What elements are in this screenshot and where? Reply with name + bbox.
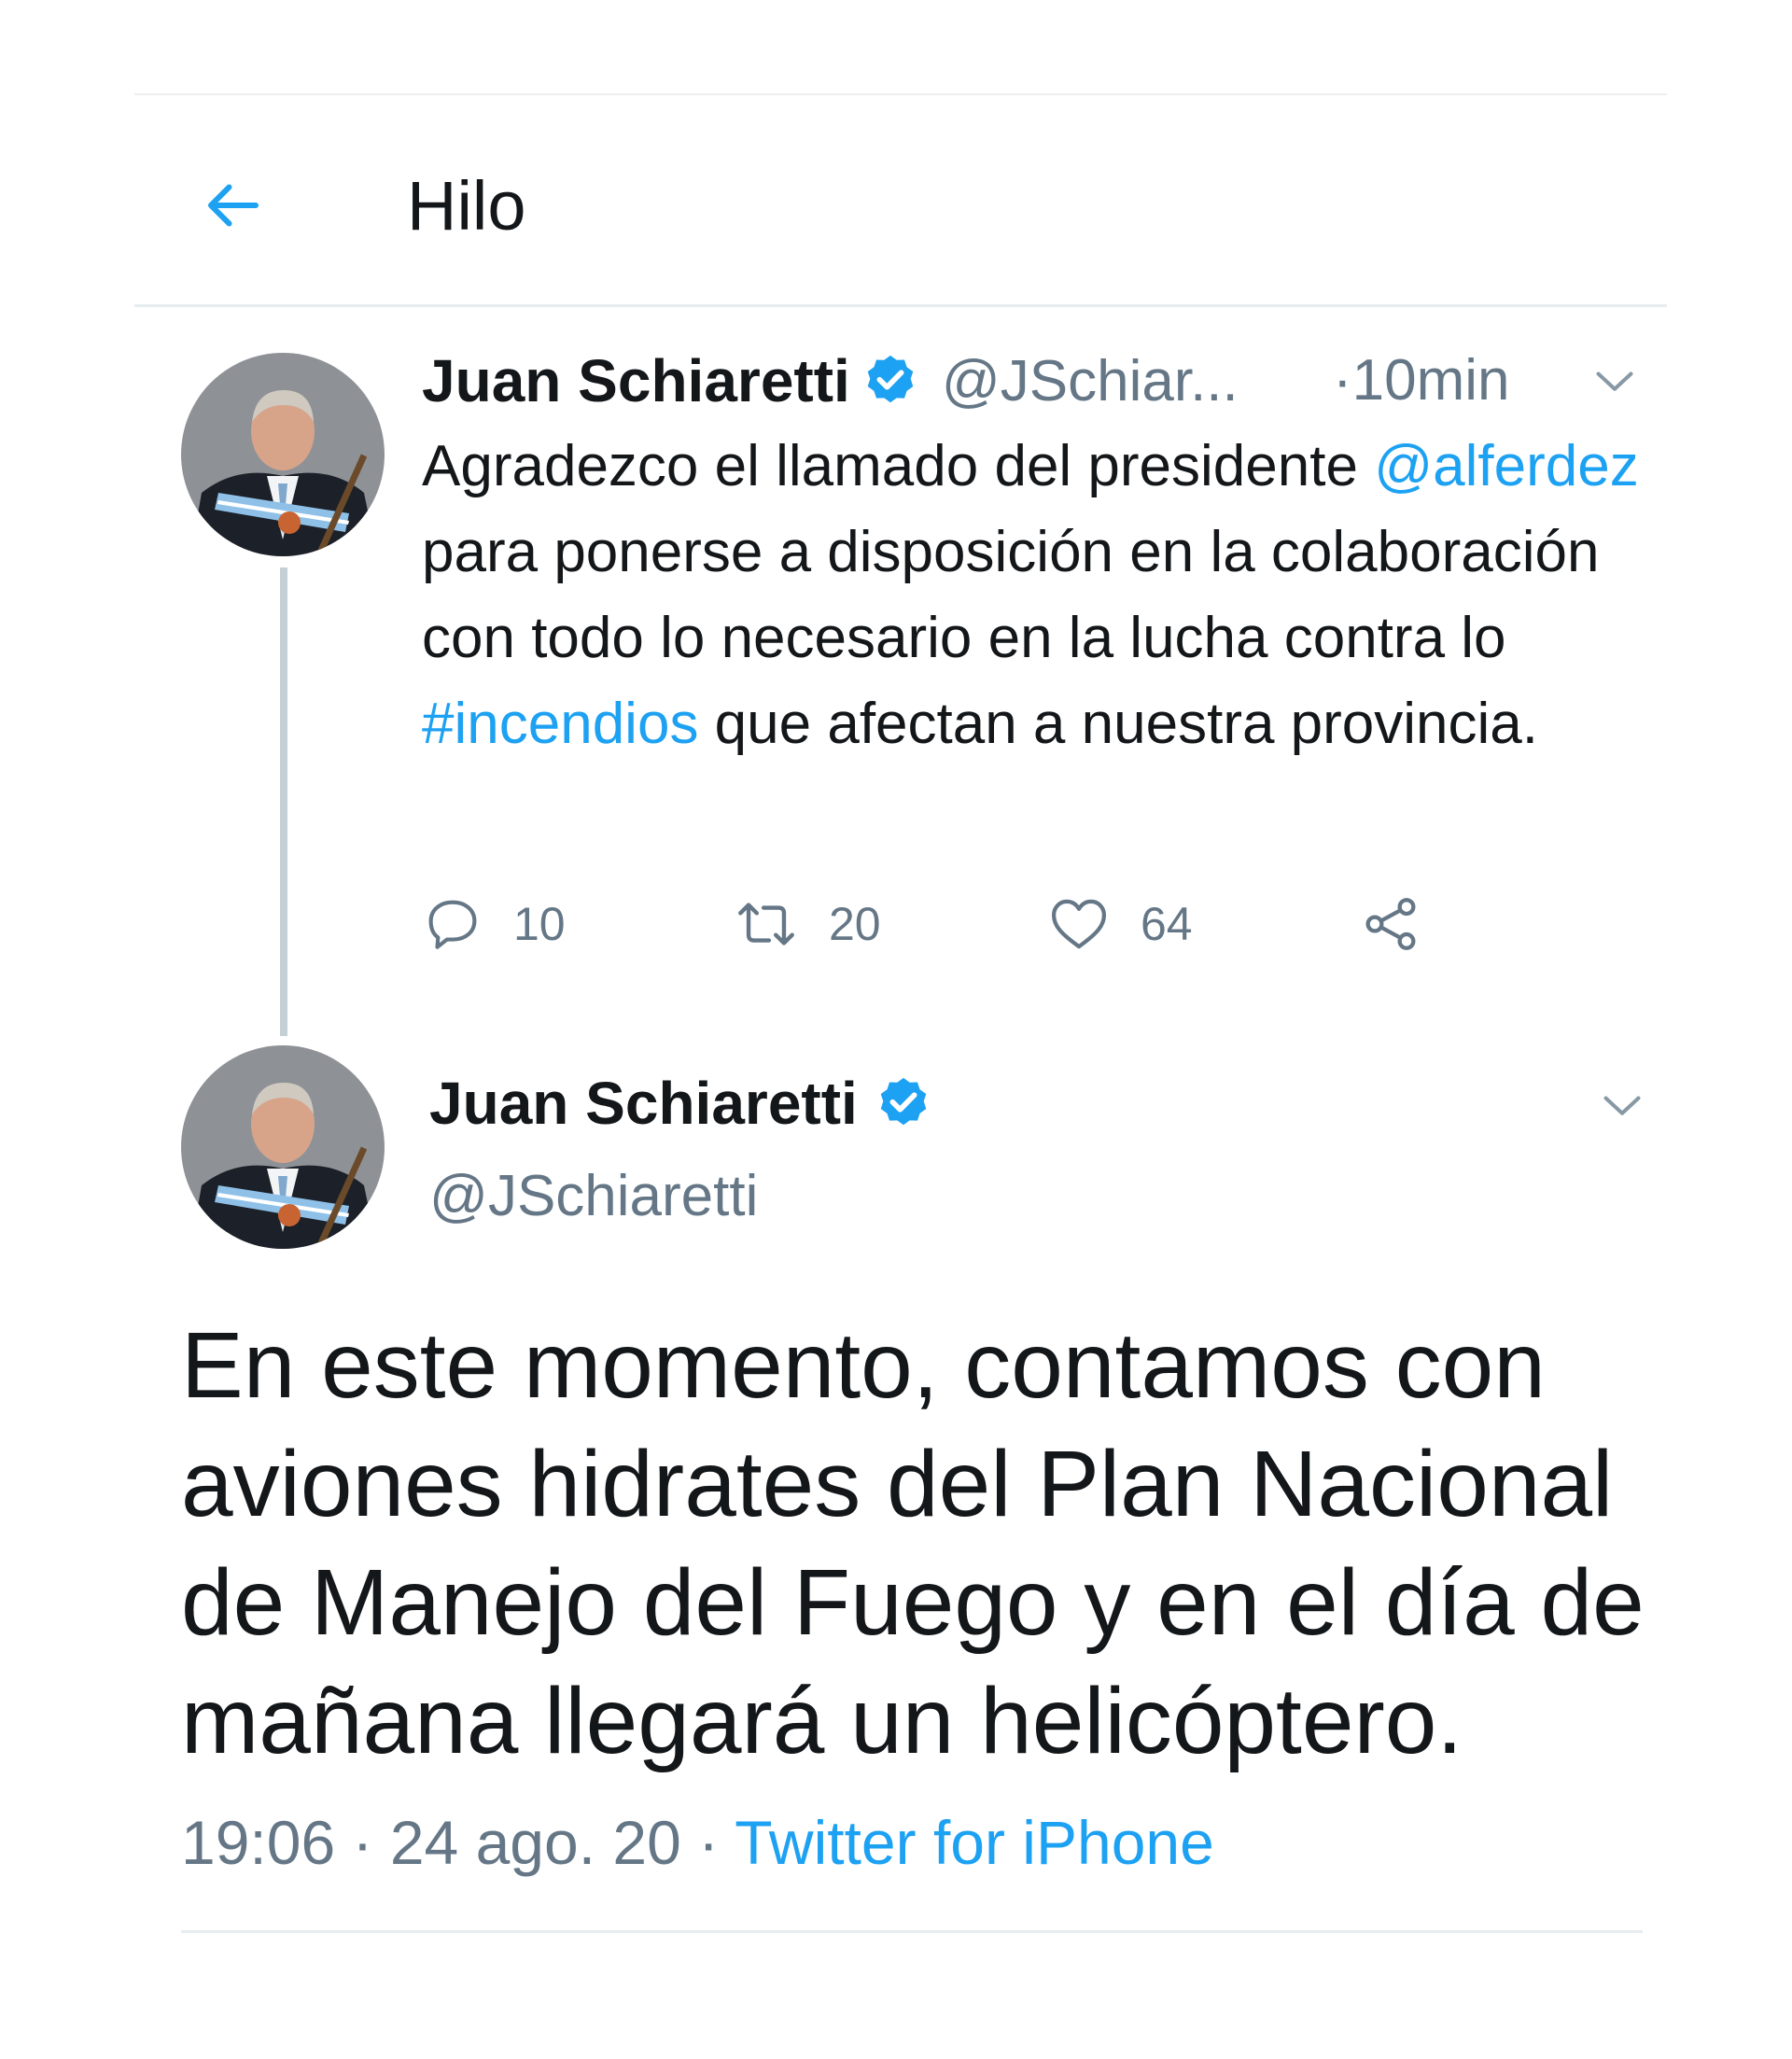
reply-count: 10 bbox=[513, 898, 566, 950]
tweet-1-timestamp[interactable]: ·10min bbox=[1333, 345, 1510, 416]
page-title: Hilo bbox=[407, 167, 526, 245]
tweet-2-time[interactable]: 19:06 bbox=[181, 1808, 335, 1877]
chevron-down-icon[interactable] bbox=[1587, 353, 1643, 409]
tweet-2-author-name[interactable]: Juan Schiaretti bbox=[429, 1069, 858, 1138]
heart-icon bbox=[1051, 899, 1107, 949]
like-count: 64 bbox=[1141, 898, 1193, 950]
tweet-1-text: Agradezco el llamado del presidente @alf… bbox=[422, 424, 1654, 767]
tweet-1-header: Juan Schiaretti @JSchiar... bbox=[422, 345, 1239, 416]
mention-link[interactable]: @alferdez bbox=[1374, 434, 1639, 498]
share-button[interactable] bbox=[1359, 887, 1422, 961]
tweet-2-date[interactable]: 24 ago. 20 bbox=[390, 1808, 681, 1877]
tweet-1-separator: · bbox=[1333, 348, 1352, 413]
hashtag-link[interactable]: #incendios bbox=[422, 692, 698, 756]
arrow-left-icon bbox=[208, 184, 259, 227]
tweet-source-link[interactable]: Twitter for iPhone bbox=[735, 1808, 1214, 1877]
thread-connector-line bbox=[280, 567, 287, 1036]
retweet-count: 20 bbox=[829, 898, 881, 950]
tweet-2-text: En este momento, contamos con aviones hi… bbox=[181, 1313, 1645, 1773]
verified-badge-icon bbox=[880, 1077, 927, 1126]
retweet-icon bbox=[738, 903, 794, 945]
retweet-button[interactable]: 20 bbox=[734, 887, 881, 961]
verified-badge-icon bbox=[867, 355, 914, 403]
share-icon bbox=[1365, 898, 1416, 950]
tweet-1-actions: 10 20 64 bbox=[422, 887, 1505, 961]
back-button[interactable] bbox=[190, 162, 276, 248]
bottom-divider bbox=[181, 1930, 1643, 1933]
avatar[interactable] bbox=[181, 353, 385, 556]
tweet-1-text-part: para ponerse a disposición en la colabor… bbox=[422, 520, 1600, 670]
tweet-1-text-part: que afectan a nuestra provincia. bbox=[698, 692, 1539, 756]
tweet-2-meta: 19:06 · 24 ago. 20 · Twitter for iPhone bbox=[181, 1805, 1214, 1880]
meta-separator: · bbox=[335, 1808, 390, 1877]
tweet-2-handle[interactable]: @JSchiaretti bbox=[429, 1161, 758, 1232]
thread-header: Hilo bbox=[134, 95, 1667, 307]
tweet-1-time: 10min bbox=[1351, 348, 1510, 413]
tweet-1-text-part: Agradezco el llamado del presidente bbox=[422, 434, 1375, 498]
tweet-1-handle[interactable]: @JSchiar... bbox=[942, 348, 1239, 414]
tweet-2-header: Juan Schiaretti bbox=[429, 1066, 932, 1141]
chevron-down-icon[interactable] bbox=[1594, 1077, 1650, 1133]
tweet-1-author-name[interactable]: Juan Schiaretti bbox=[422, 346, 850, 415]
like-button[interactable]: 64 bbox=[1047, 887, 1193, 961]
meta-separator: · bbox=[680, 1808, 735, 1877]
reply-button[interactable]: 10 bbox=[422, 887, 566, 961]
avatar[interactable] bbox=[181, 1045, 385, 1249]
reply-icon bbox=[428, 900, 477, 949]
